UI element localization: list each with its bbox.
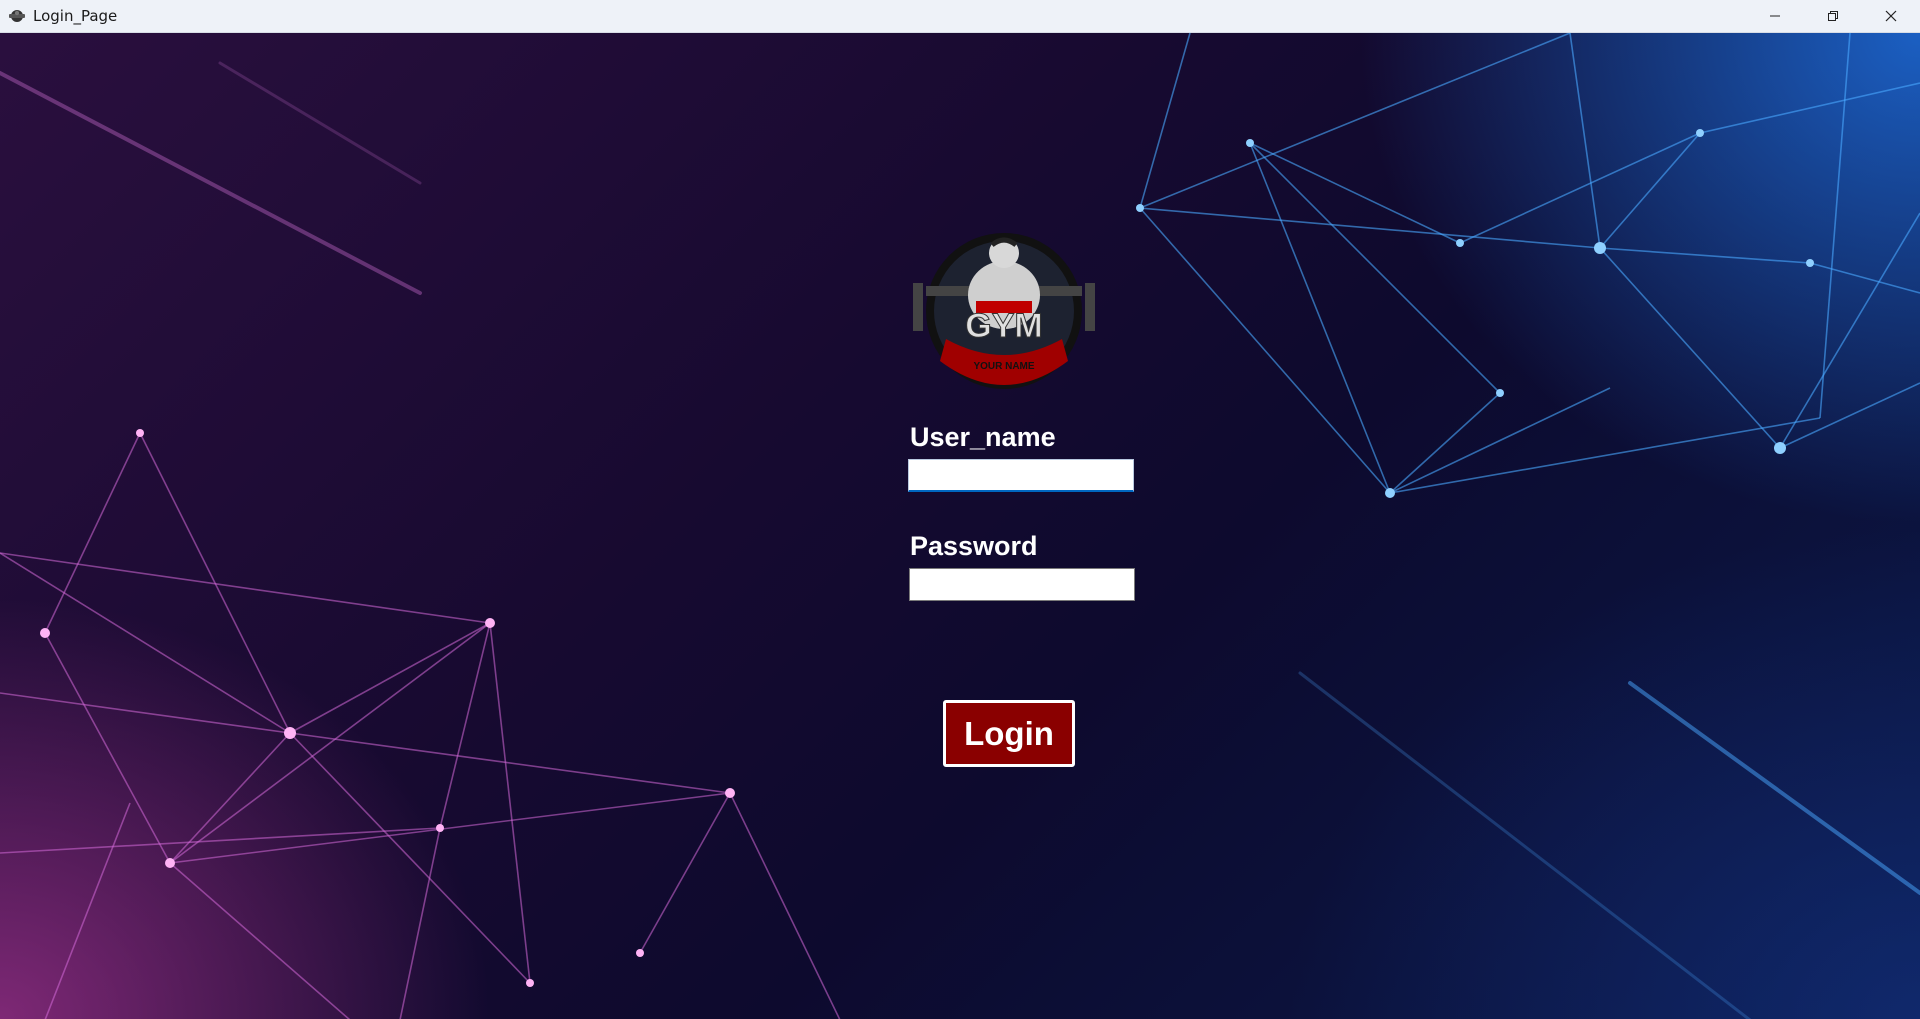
username-label: User_name bbox=[910, 422, 1056, 452]
close-icon bbox=[1885, 10, 1897, 22]
username-input[interactable] bbox=[908, 459, 1134, 492]
restore-icon bbox=[1828, 11, 1838, 21]
close-button[interactable] bbox=[1862, 0, 1920, 32]
background-network-art bbox=[0, 33, 1920, 1019]
gym-mascot-logo: GYM YOUR NAME bbox=[913, 233, 1095, 389]
login-window: Login_Page GYM YOUR NAME User_name Passw… bbox=[0, 0, 1920, 1019]
gym-logo-icon bbox=[7, 6, 27, 26]
logo-subtext: YOUR NAME bbox=[973, 361, 1034, 372]
minimize-button[interactable] bbox=[1746, 0, 1804, 32]
password-label: Password bbox=[910, 531, 1038, 561]
login-button[interactable]: Login bbox=[943, 700, 1075, 767]
minimize-icon bbox=[1770, 15, 1780, 17]
restore-button[interactable] bbox=[1804, 0, 1862, 32]
logo-text: GYM bbox=[965, 307, 1042, 345]
login-panel: GYM YOUR NAME User_name Password Login bbox=[0, 33, 1920, 1019]
window-title: Login_Page bbox=[33, 7, 118, 25]
password-input[interactable] bbox=[909, 568, 1135, 601]
title-bar: Login_Page bbox=[0, 0, 1920, 33]
window-controls bbox=[1746, 0, 1920, 32]
